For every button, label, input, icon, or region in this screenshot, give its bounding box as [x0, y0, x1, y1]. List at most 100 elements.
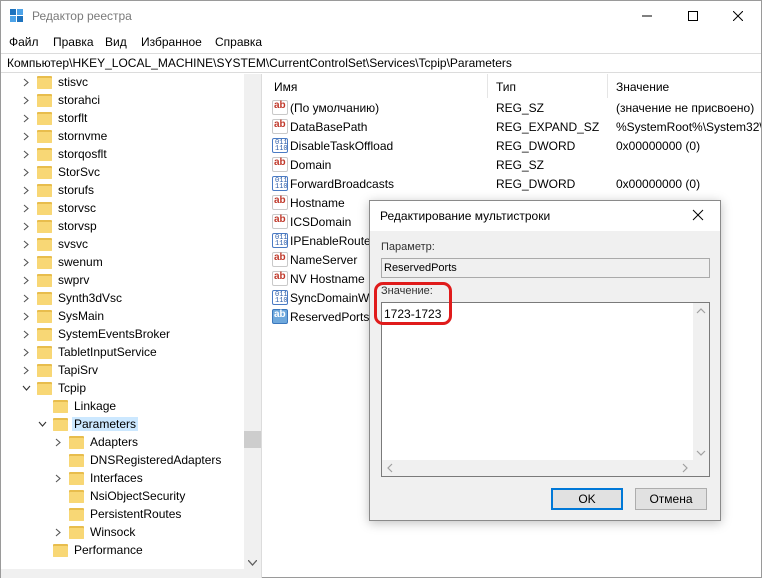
menu-edit[interactable]: Правка	[53, 35, 94, 49]
value-data: (значение не присвоено)	[616, 101, 755, 115]
tree-item[interactable]: SystemEventsBroker	[21, 325, 172, 343]
tree-item[interactable]: Performance	[37, 541, 145, 559]
menu-help[interactable]: Справка	[215, 35, 262, 49]
tree-item[interactable]: Linkage	[37, 397, 118, 415]
chevron-right-icon[interactable]	[53, 437, 63, 447]
chevron-right-icon[interactable]	[21, 167, 31, 177]
chevron-right-icon[interactable]	[21, 113, 31, 123]
value-textarea[interactable]: 1723-1723	[381, 302, 710, 477]
tree-item-label: Linkage	[74, 399, 117, 413]
chevron-right-icon[interactable]	[21, 221, 31, 231]
tree-item[interactable]: storvsp	[21, 217, 99, 235]
chevron-right-icon[interactable]	[21, 293, 31, 303]
value-row[interactable]: ab DataBasePath REG_EXPAND_SZ %SystemRoot%\…	[266, 117, 761, 136]
value-row[interactable]: ab (По умолчанию) REG_SZ (значение не присв…	[266, 98, 761, 117]
chevron-right-icon[interactable]	[21, 131, 31, 141]
string-value-icon: ab	[272, 119, 288, 134]
chevron-right-icon[interactable]	[21, 311, 31, 321]
scroll-down-arrow-icon[interactable]	[248, 560, 257, 566]
tree-item-label: NsiObjectSecurity	[90, 489, 186, 503]
tree-item[interactable]: stisvc	[21, 74, 90, 91]
dialog-title-bar: Редактирование мультистроки	[370, 201, 720, 231]
scroll-down-arrow-icon[interactable]	[693, 446, 709, 460]
tree-item[interactable]: Adapters	[53, 433, 140, 451]
chevron-right-icon[interactable]	[21, 149, 31, 159]
address-path: Компьютер\HKEY_LOCAL_MACHINE\SYSTEM\Curr…	[7, 56, 512, 70]
scroll-up-arrow-icon[interactable]	[693, 304, 709, 318]
address-bar[interactable]: Компьютер\HKEY_LOCAL_MACHINE\SYSTEM\Curr…	[1, 53, 761, 73]
value-row[interactable]: 011 110 DisableTaskOffload REG_DWORD 0x00000…	[266, 136, 761, 155]
tree-item[interactable]: storvsc	[21, 199, 98, 217]
cancel-button[interactable]: Отмена	[635, 488, 707, 510]
value-row[interactable]: 011 110 ForwardBroadcasts REG_DWORD 0x000000…	[266, 174, 761, 193]
tree-item[interactable]: storqosflt	[21, 145, 109, 163]
chevron-down-icon[interactable]	[37, 419, 47, 429]
chevron-right-icon[interactable]	[21, 257, 31, 267]
tree-item[interactable]: NsiObjectSecurity	[53, 487, 187, 505]
column-type-header[interactable]: Тип	[488, 74, 608, 98]
tree-item-label: Synth3dVsc	[58, 291, 123, 305]
maximize-button[interactable]	[670, 1, 716, 31]
value-type: REG_EXPAND_SZ	[496, 120, 600, 134]
tree-item[interactable]: Synth3dVsc	[21, 289, 124, 307]
dword-value-icon: 011 110	[272, 176, 288, 191]
tree-item[interactable]: Winsock	[53, 523, 137, 541]
value-name: ForwardBroadcasts	[290, 177, 395, 191]
chevron-right-icon[interactable]	[21, 77, 31, 87]
tree-item-label: storqosflt	[58, 147, 107, 161]
tree-scroll-thumb[interactable]	[244, 431, 261, 448]
tree-item[interactable]: DNSRegisteredAdapters	[53, 451, 223, 469]
highlight-annotation	[374, 282, 452, 325]
tree-vertical-scrollbar[interactable]	[244, 74, 261, 578]
chevron-right-icon[interactable]	[21, 365, 31, 375]
tree-item[interactable]: svsvc	[21, 235, 90, 253]
chevron-right-icon[interactable]	[21, 185, 31, 195]
tree-item[interactable]: Parameters	[37, 415, 139, 433]
tree-item[interactable]: storflt	[21, 109, 89, 127]
chevron-right-icon[interactable]	[21, 275, 31, 285]
tree-item[interactable]: swenum	[21, 253, 105, 271]
menu-file[interactable]: Файл	[9, 35, 39, 49]
maximize-icon	[688, 11, 698, 21]
dialog-close-icon[interactable]	[692, 209, 704, 221]
chevron-right-icon[interactable]	[21, 239, 31, 249]
value-vertical-scrollbar[interactable]	[693, 303, 709, 461]
tree-item-label: SysMain	[58, 309, 105, 323]
chevron-right-icon[interactable]	[53, 527, 63, 537]
minimize-button[interactable]	[624, 1, 670, 31]
tree-item[interactable]: storahci	[21, 91, 102, 109]
tree-item[interactable]: Tcpip	[21, 379, 88, 397]
chevron-down-icon[interactable]	[21, 383, 31, 393]
value-horizontal-scrollbar[interactable]	[382, 460, 709, 476]
tree-item[interactable]: swprv	[21, 271, 91, 289]
chevron-right-icon[interactable]	[21, 347, 31, 357]
tree-item[interactable]: SysMain	[21, 307, 106, 325]
param-label: Параметр:	[381, 241, 435, 253]
ok-button[interactable]: OK	[551, 488, 623, 510]
chevron-right-icon[interactable]	[21, 329, 31, 339]
column-data-header[interactable]: Значение	[608, 74, 761, 98]
chevron-right-icon[interactable]	[53, 473, 63, 483]
tree-item[interactable]: storufs	[21, 181, 96, 199]
tree-item[interactable]: TabletInputService	[21, 343, 159, 361]
folder-icon	[37, 345, 52, 359]
tree-item[interactable]: PersistentRoutes	[53, 505, 183, 523]
close-button[interactable]	[715, 1, 761, 31]
scroll-right-arrow-icon[interactable]	[678, 460, 692, 476]
folder-icon	[37, 381, 52, 395]
tree-item[interactable]: StorSvc	[21, 163, 102, 181]
value-row[interactable]: ab Domain REG_SZ	[266, 155, 761, 174]
value-type: REG_DWORD	[496, 139, 576, 153]
chevron-right-icon[interactable]	[21, 203, 31, 213]
folder-icon	[37, 363, 52, 377]
menu-view[interactable]: Вид	[105, 35, 127, 49]
chevron-right-icon[interactable]	[21, 95, 31, 105]
tree-item[interactable]: Interfaces	[53, 469, 145, 487]
tree-item[interactable]: TapiSrv	[21, 361, 100, 379]
tree-horizontal-scrollbar[interactable]	[1, 569, 244, 578]
scroll-left-arrow-icon[interactable]	[383, 460, 397, 476]
tree-item[interactable]: stornvme	[21, 127, 109, 145]
menu-favorites[interactable]: Избранное	[141, 35, 202, 49]
folder-icon	[53, 399, 68, 413]
column-name-header[interactable]: Имя	[266, 74, 488, 98]
